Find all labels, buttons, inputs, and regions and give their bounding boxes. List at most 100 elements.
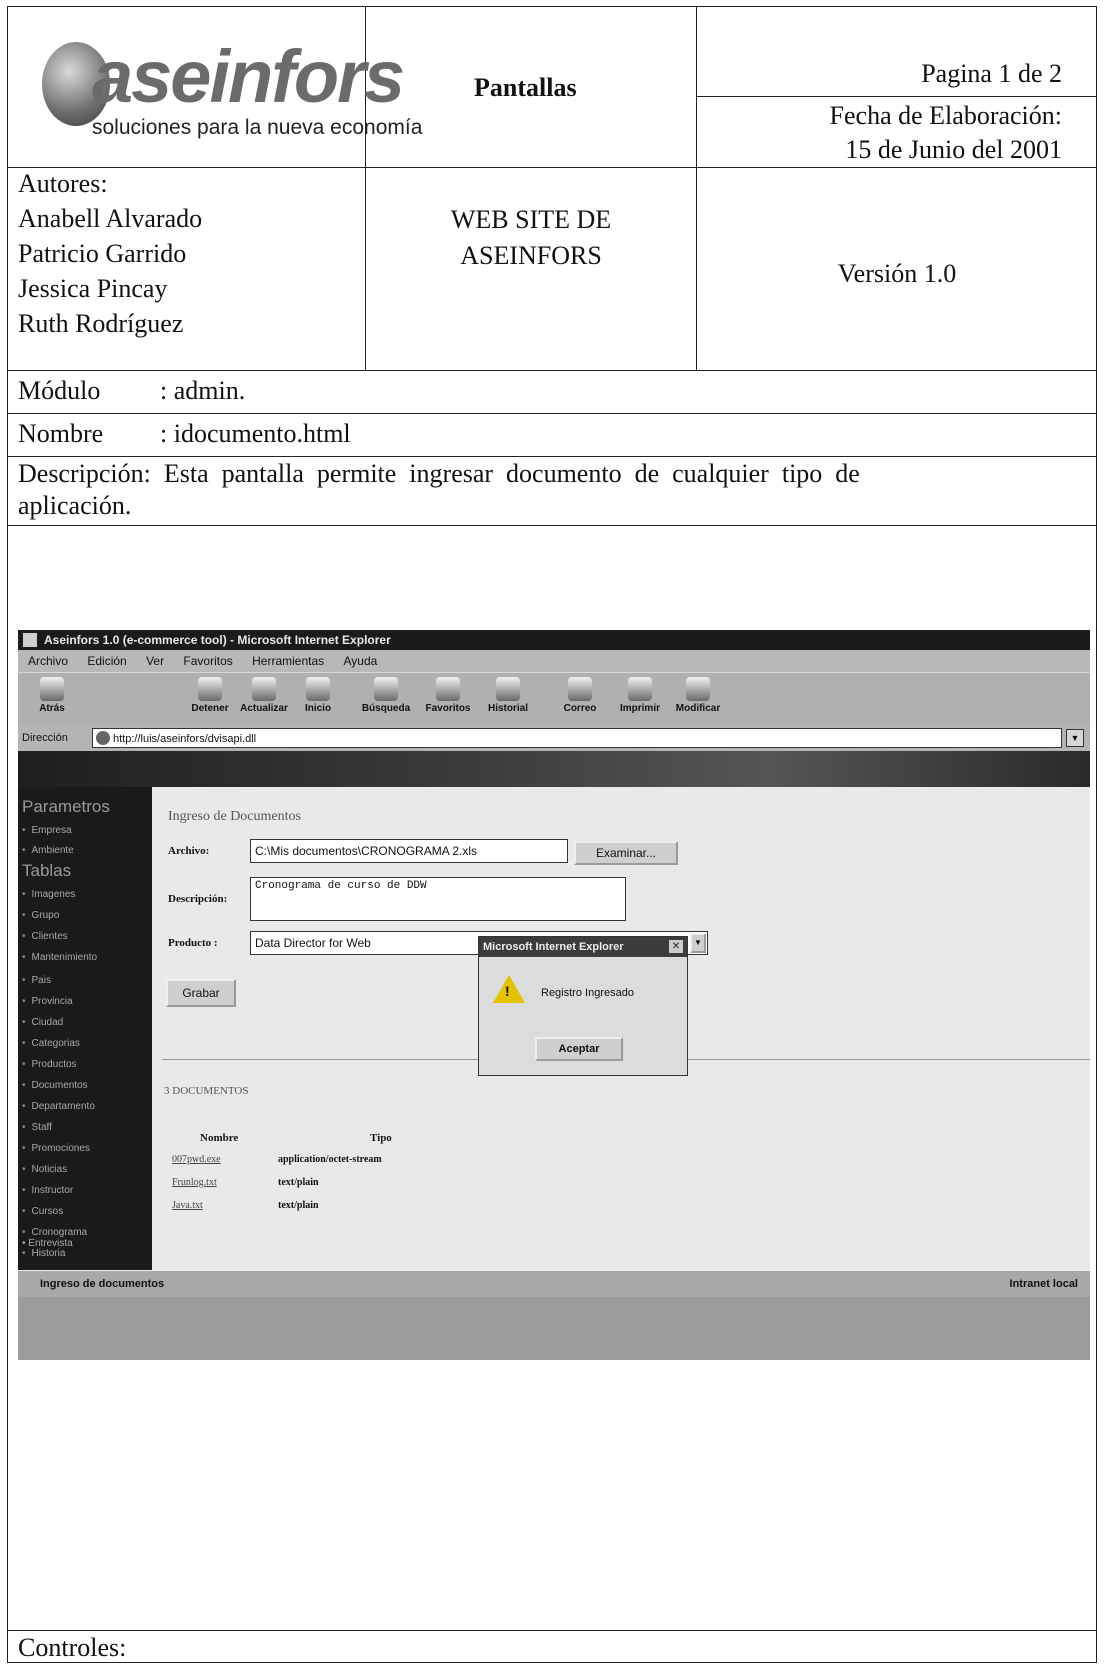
sidebar-item-documentos[interactable]: Documentos bbox=[22, 1080, 88, 1091]
browser-toolbar: Atrás Detener Actualizar Inicio Búsqueda… bbox=[18, 672, 1090, 726]
address-label: Dirección bbox=[22, 732, 68, 744]
divider-h1 bbox=[7, 167, 1097, 168]
sidebar-item-ciudad[interactable]: Ciudad bbox=[22, 1017, 64, 1028]
globe-icon bbox=[96, 731, 110, 745]
descripcion-textarea[interactable]: Cronograma de curso de DDW bbox=[250, 877, 626, 921]
sidebar-item-ambiente[interactable]: Ambiente bbox=[22, 845, 74, 856]
divider-h4 bbox=[7, 456, 1097, 457]
sidebar-item-instructor[interactable]: Instructor bbox=[22, 1185, 74, 1196]
menu-ayuda[interactable]: Ayuda bbox=[344, 654, 378, 668]
address-bar: Dirección http://luis/aseinfors/dvisapi.… bbox=[18, 725, 1090, 751]
site-banner bbox=[18, 751, 1090, 787]
sidebar-item-historia[interactable]: Historia bbox=[22, 1248, 66, 1259]
sidebar-item-noticias[interactable]: Noticias bbox=[22, 1164, 68, 1175]
descripcion-label: Descripción: bbox=[168, 893, 228, 905]
sidebar-item-imagenes[interactable]: Imagenes bbox=[22, 889, 76, 900]
sidebar-heading-tablas: Tablas bbox=[22, 861, 72, 880]
logo-tagline: soluciones para la nueva economía bbox=[92, 116, 423, 139]
status-zone: Intranet local bbox=[1009, 1278, 1078, 1290]
close-icon[interactable]: ✕ bbox=[669, 940, 683, 953]
mail-button[interactable]: Correo bbox=[548, 677, 612, 714]
document-link[interactable]: Java.txt bbox=[172, 1200, 203, 1211]
browser-titlebar: Aseinfors 1.0 (e-commerce tool) - Micros… bbox=[18, 630, 1090, 650]
sidebar-item-cursos[interactable]: Cursos bbox=[22, 1206, 64, 1217]
page-number: Pagina 1 de 2 bbox=[921, 59, 1062, 88]
print-button[interactable]: Imprimir bbox=[608, 677, 672, 714]
address-dropdown-icon[interactable]: ▼ bbox=[1066, 729, 1084, 747]
stop-icon bbox=[198, 677, 222, 701]
edit-icon bbox=[686, 677, 710, 701]
project-title-line1: WEB SITE DE bbox=[450, 205, 612, 234]
producto-label: Producto : bbox=[168, 937, 218, 949]
edit-button[interactable]: Modificar bbox=[666, 677, 730, 714]
form-title: Ingreso de Documentos bbox=[168, 809, 301, 824]
browser-statusbar: Ingreso de documentos Intranet local bbox=[18, 1270, 1090, 1297]
version-label: Versión 1.0 bbox=[837, 259, 957, 288]
document-type: text/plain bbox=[278, 1200, 319, 1211]
author-name: Anabell Alvarado bbox=[18, 204, 203, 233]
sidebar-heading-parametros: Parametros bbox=[22, 797, 110, 816]
browser-menubar: Archivo Edición Ver Favoritos Herramient… bbox=[18, 650, 1090, 672]
history-button[interactable]: Historial bbox=[476, 677, 540, 714]
admin-sidebar: Parametros Empresa Ambiente Tablas Image… bbox=[18, 787, 152, 1270]
col-header-nombre: Nombre bbox=[200, 1132, 239, 1144]
divider-h2 bbox=[7, 370, 1097, 371]
sidebar-item-clientes[interactable]: Clientes bbox=[22, 931, 68, 942]
divider-h3 bbox=[7, 413, 1097, 414]
divider-h5 bbox=[7, 525, 1097, 526]
sidebar-item-pais[interactable]: Pais bbox=[22, 975, 51, 986]
sidebar-item-entrevista[interactable]: • Entrevista bbox=[22, 1238, 73, 1249]
description-line1: Descripción: Esta pantalla permite ingre… bbox=[18, 459, 860, 488]
sidebar-item-mantenimiento[interactable]: Mantenimiento bbox=[22, 952, 98, 963]
home-button[interactable]: Inicio bbox=[286, 677, 350, 714]
ie-window-icon bbox=[23, 633, 37, 647]
dialog-title: Microsoft Internet Explorer bbox=[479, 937, 687, 957]
author-name: Patricio Garrido bbox=[18, 239, 187, 268]
address-input[interactable]: http://luis/aseinfors/dvisapi.dll bbox=[92, 728, 1062, 748]
archivo-input[interactable]: C:\Mis documentos\CRONOGRAMA 2.xls bbox=[250, 839, 568, 863]
sidebar-item-provincia[interactable]: Provincia bbox=[22, 996, 73, 1007]
author-name: Ruth Rodríguez bbox=[18, 309, 184, 338]
back-button[interactable]: Atrás bbox=[20, 677, 84, 714]
back-arrow-icon bbox=[40, 677, 64, 701]
authors-label: Autores: bbox=[18, 169, 108, 198]
module-label: Módulo bbox=[18, 376, 101, 405]
menu-archivo[interactable]: Archivo bbox=[28, 654, 68, 668]
menu-favoritos[interactable]: Favoritos bbox=[183, 654, 232, 668]
alert-dialog: Microsoft Internet Explorer ✕ ! Registro… bbox=[478, 936, 688, 1076]
sidebar-item-promociones[interactable]: Promociones bbox=[22, 1143, 90, 1154]
author-name: Jessica Pincay bbox=[18, 274, 168, 303]
sidebar-item-empresa[interactable]: Empresa bbox=[22, 825, 72, 836]
sidebar-item-staff[interactable]: Staff bbox=[22, 1122, 52, 1133]
search-icon bbox=[374, 677, 398, 701]
section-title: Pantallas bbox=[474, 73, 577, 102]
favorites-button[interactable]: Favoritos bbox=[416, 677, 480, 714]
logo-text: aseinfors bbox=[92, 35, 405, 118]
name-value: : idocumento.html bbox=[160, 419, 351, 448]
mail-icon bbox=[568, 677, 592, 701]
dialog-message: Registro Ingresado bbox=[541, 987, 634, 999]
search-button[interactable]: Búsqueda bbox=[354, 677, 418, 714]
chevron-down-icon[interactable]: ▼ bbox=[690, 933, 706, 953]
aceptar-button[interactable]: Aceptar bbox=[535, 1037, 623, 1061]
refresh-icon bbox=[252, 677, 276, 701]
sidebar-item-grupo[interactable]: Grupo bbox=[22, 910, 60, 921]
divider-h-page bbox=[696, 96, 1097, 97]
sidebar-item-productos[interactable]: Productos bbox=[22, 1059, 77, 1070]
examinar-button[interactable]: Examinar... bbox=[574, 841, 678, 865]
sidebar-item-departamento[interactable]: Departamento bbox=[22, 1101, 95, 1112]
sidebar-item-categorias[interactable]: Categorias bbox=[22, 1038, 80, 1049]
project-title-line2: ASEINFORS bbox=[460, 241, 602, 270]
menu-herramientas[interactable]: Herramientas bbox=[252, 654, 324, 668]
module-value: : admin. bbox=[160, 376, 246, 405]
archivo-label: Archivo: bbox=[168, 845, 210, 857]
history-icon bbox=[496, 677, 520, 701]
menu-ver[interactable]: Ver bbox=[146, 654, 164, 668]
document-count: 3 DOCUMENTOS bbox=[164, 1085, 249, 1097]
document-link[interactable]: Frunlog.txt bbox=[172, 1177, 217, 1188]
browser-title: Aseinfors 1.0 (e-commerce tool) - Micros… bbox=[44, 633, 391, 647]
sidebar-item-cronograma[interactable]: Cronograma bbox=[22, 1227, 88, 1238]
grabar-button[interactable]: Grabar bbox=[166, 979, 236, 1007]
document-link[interactable]: 007pwd.exe bbox=[172, 1154, 221, 1165]
menu-edicion[interactable]: Edición bbox=[87, 654, 126, 668]
